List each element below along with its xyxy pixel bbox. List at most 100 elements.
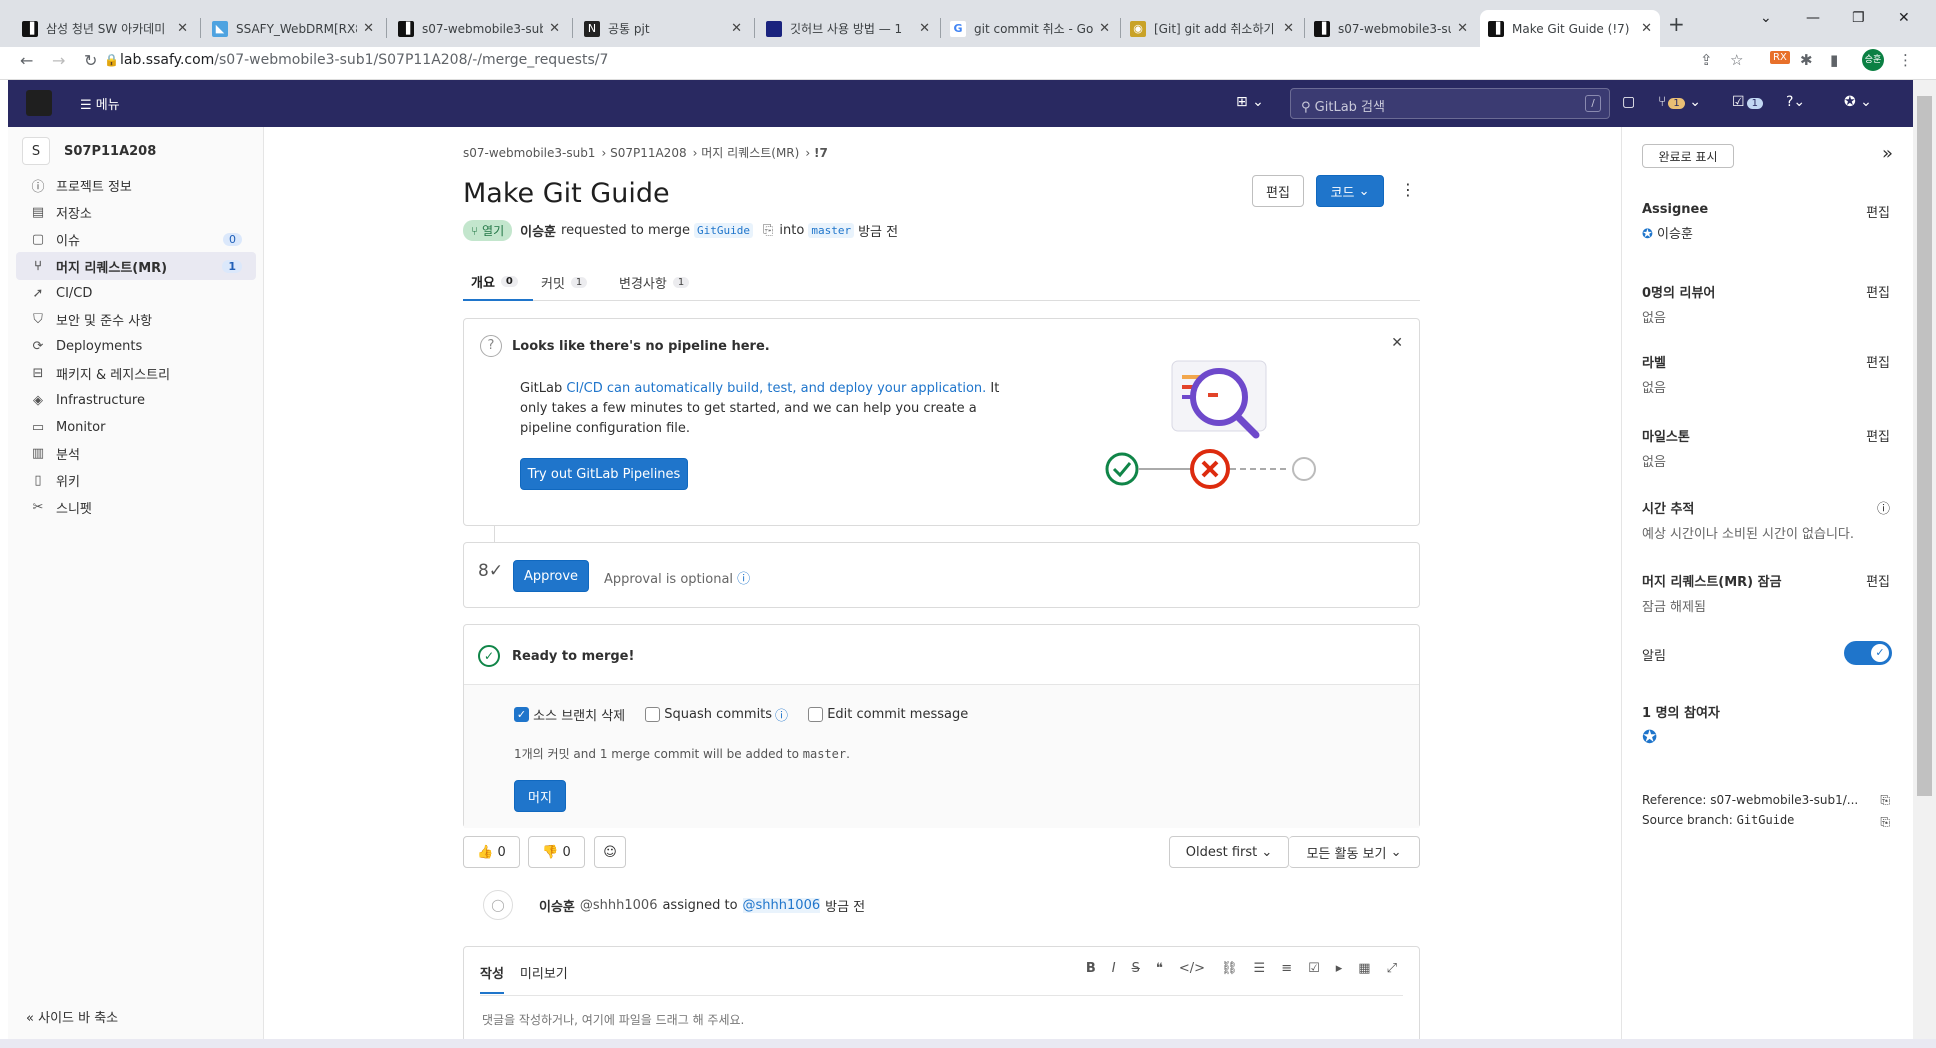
task-list-icon[interactable]: ☑ [1308, 961, 1320, 976]
url-field[interactable]: lab.ssafy.com/s07-webmobile3-sub1/S07P11… [120, 52, 608, 68]
sidebar-item-repository[interactable]: ▤ 저장소 [16, 198, 256, 226]
create-new-icon[interactable]: ⊞ ⌄ [1236, 94, 1264, 110]
italic-icon[interactable]: I [1112, 961, 1116, 976]
tab-search-icon[interactable]: ⌄ [1760, 10, 1772, 26]
close-icon[interactable]: ✕ [1391, 335, 1403, 351]
restore-button[interactable]: ❐ [1852, 10, 1865, 26]
project-header[interactable]: S S07P11A208 [22, 137, 156, 165]
sidebar-item-snippets[interactable]: ✂ 스니펫 [16, 493, 256, 521]
extensions-puzzle-icon[interactable]: ✱ [1800, 51, 1813, 69]
close-tab-icon[interactable]: ✕ [919, 21, 930, 36]
assignee-name[interactable]: 이승훈 [1657, 227, 1693, 242]
side-panel-icon[interactable]: ▮ [1830, 51, 1838, 69]
numbered-list-icon[interactable]: ≡ [1281, 961, 1292, 976]
close-window-button[interactable]: ✕ [1898, 10, 1910, 26]
browser-tab[interactable]: ▐s07-webmobile3-sub1✕ [1306, 10, 1476, 47]
thumbs-up-button[interactable]: 👍 0 [463, 836, 520, 868]
code-dropdown-button[interactable]: 코드 ⌄ [1316, 175, 1384, 207]
sidebar-item-monitor[interactable]: ▭ Monitor [16, 413, 256, 441]
sidebar-item-cicd[interactable]: ➚ CI/CD [16, 279, 256, 307]
copy-icon[interactable]: ⎘ [1880, 815, 1890, 830]
more-actions-icon[interactable]: ⋮ [1400, 180, 1416, 199]
back-button[interactable]: ← [20, 51, 33, 70]
author-handle[interactable]: @shhh1006 [580, 898, 658, 913]
code-icon[interactable]: </> [1179, 961, 1205, 976]
sidebar-item-packages[interactable]: ⊟ 패키지 & 레지스트리 [16, 359, 256, 387]
merge-button[interactable]: 머지 [514, 780, 566, 812]
cicd-link[interactable]: CI/CD can automatically build, test, and… [566, 381, 986, 396]
breadcrumb-link[interactable]: 머지 리퀘스트(MR) [701, 146, 799, 160]
sort-dropdown[interactable]: Oldest first ⌄ [1169, 836, 1289, 868]
thumbs-down-button[interactable]: 👎 0 [528, 836, 585, 868]
scrollbar-thumb[interactable] [1917, 96, 1932, 796]
edit-commit-message-checkbox[interactable] [808, 707, 824, 722]
strikethrough-icon[interactable]: S [1132, 961, 1140, 976]
close-tab-icon[interactable]: ✕ [1099, 21, 1110, 36]
browser-tab[interactable]: Ggit commit 취소 - Go ✕ [942, 10, 1118, 47]
issues-icon[interactable]: ▢ [1622, 94, 1635, 110]
bookmark-star-icon[interactable]: ☆ [1730, 51, 1743, 69]
try-pipelines-button[interactable]: Try out GitLab Pipelines [520, 458, 688, 490]
close-tab-icon[interactable]: ✕ [731, 21, 742, 36]
close-tab-icon[interactable]: ✕ [177, 21, 188, 36]
browser-tab[interactable]: ◉ [Git] git add 취소하기 ✕ [1122, 10, 1302, 47]
collapsible-icon[interactable]: ▸ [1336, 961, 1343, 976]
notifications-toggle[interactable]: ✓ [1844, 641, 1892, 665]
minimize-button[interactable]: — [1806, 10, 1820, 26]
mark-as-done-button[interactable]: 완료로 표시 [1642, 144, 1734, 168]
tab-write[interactable]: 작성 [480, 967, 504, 994]
breadcrumb-current[interactable]: !7 [814, 146, 828, 160]
user-avatar-menu[interactable]: ✪ ⌄ [1844, 94, 1872, 110]
browser-tab[interactable]: ◣ SSAFY_WebDRM[RX8] ✕ [204, 10, 382, 47]
close-tab-icon[interactable]: ✕ [363, 21, 374, 36]
new-tab-button[interactable]: + [1668, 12, 1685, 36]
author-name[interactable]: 이승훈 [539, 896, 575, 915]
search-input[interactable]: ⚲ GitLab 검색 / [1290, 88, 1610, 119]
sidebar-item-wiki[interactable]: ▯ 위키 [16, 466, 256, 494]
browser-tab[interactable]: N 공통 pjt ✕ [576, 10, 750, 47]
copy-icon[interactable]: ⎘ [1880, 793, 1890, 808]
tab-overview[interactable]: 개요 0 [463, 264, 533, 301]
edit-labels-link[interactable]: 편집 [1866, 352, 1890, 371]
comment-textarea[interactable]: 댓글을 작성하거나, 여기에 파일을 드래그 해 주세요. [482, 1011, 744, 1028]
close-tab-icon[interactable]: ✕ [1283, 21, 1294, 36]
sidebar-item-issues[interactable]: ▢ 이슈 0 [16, 225, 256, 253]
edit-lock-link[interactable]: 편집 [1866, 571, 1890, 590]
extension-icon[interactable]: RX [1770, 51, 1790, 64]
bulleted-list-icon[interactable]: ☰ [1254, 961, 1266, 976]
forward-button[interactable]: → [52, 51, 65, 70]
merge-requests-menu[interactable]: ⑂ 1 ⌄ [1658, 94, 1701, 110]
squash-commits-checkbox[interactable] [645, 707, 661, 722]
activity-filter-dropdown[interactable]: 모든 활동 보기 ⌄ [1289, 836, 1420, 868]
edit-milestone-link[interactable]: 편집 [1866, 426, 1890, 445]
bold-icon[interactable]: B [1086, 961, 1096, 976]
help-icon[interactable]: ?⌄ [1786, 94, 1805, 110]
menu-button[interactable]: ☰ 메뉴 [80, 94, 120, 113]
sidebar-item-deployments[interactable]: ⟳ Deployments [16, 332, 256, 360]
sidebar-item-analytics[interactable]: ▥ 분석 [16, 439, 256, 467]
sidebar-item-merge-requests[interactable]: ⑂ 머지 리퀘스트(MR) 1 [16, 252, 256, 280]
delete-source-branch-checkbox[interactable]: ✓ [514, 707, 529, 722]
share-icon[interactable]: ⇪ [1700, 51, 1713, 69]
tab-commits[interactable]: 커밋 1 [533, 264, 595, 301]
quote-icon[interactable]: ❝ [1156, 961, 1163, 976]
source-branch-link[interactable]: GitGuide [694, 223, 754, 238]
gitlab-logo[interactable] [26, 90, 52, 116]
browser-tab-active[interactable]: ▐ Make Git Guide (!7) ✕ [1480, 10, 1660, 47]
close-tab-icon[interactable]: ✕ [1457, 21, 1468, 36]
help-icon[interactable]: ⓘ [775, 705, 788, 724]
reload-button[interactable]: ↻ [84, 51, 97, 70]
table-icon[interactable]: ▦ [1358, 961, 1370, 976]
breadcrumb-link[interactable]: S07P11A208 [610, 146, 687, 160]
breadcrumb-link[interactable]: s07-webmobile3-sub1 [463, 146, 595, 160]
add-reaction-button[interactable]: ☺ [594, 836, 626, 868]
participant-avatar[interactable]: ✪ [1642, 727, 1902, 748]
collapse-right-sidebar-icon[interactable]: » [1882, 143, 1893, 164]
close-tab-icon[interactable]: ✕ [549, 21, 560, 36]
help-icon[interactable]: ⓘ [737, 572, 750, 587]
approve-button[interactable]: Approve [513, 560, 589, 592]
browser-tab[interactable]: 깃허브 사용 방법 — 1 ✕ [758, 10, 938, 47]
target-branch-link[interactable]: master [808, 223, 855, 238]
edit-reviewers-link[interactable]: 편집 [1866, 282, 1890, 301]
sidebar-item-project-info[interactable]: ⓘ 프로젝트 정보 [16, 171, 256, 199]
